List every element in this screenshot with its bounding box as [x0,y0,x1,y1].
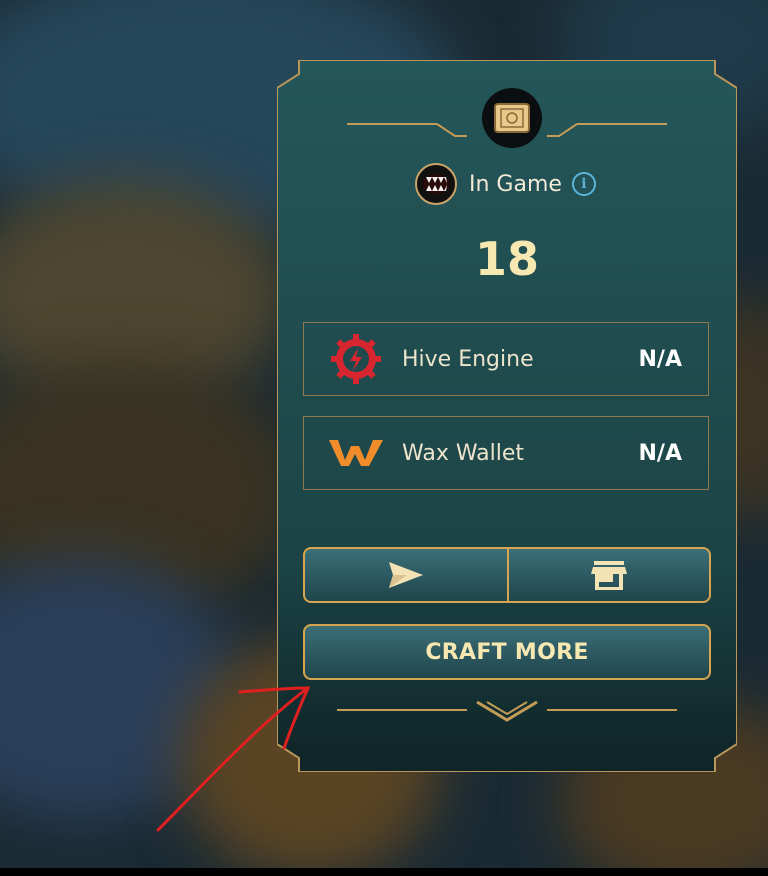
red-arrow-annotation [156,686,311,832]
status-row: In Game i [415,162,596,206]
monster-mouth-icon [415,163,457,205]
card-panel: In Game i 18 Hive Engine N/A Wax Wallet … [277,60,737,772]
wallet-name: Hive Engine [402,346,534,372]
bottom-bar [0,868,768,876]
item-count: 18 [474,232,539,286]
hive-engine-icon [328,331,384,387]
wallet-name: Wax Wallet [402,440,525,466]
wallet-row-wax: Wax Wallet N/A [303,416,709,490]
wallet-value: N/A [638,440,682,466]
craft-more-button[interactable]: CRAFT MORE [303,624,711,680]
craft-more-label: CRAFT MORE [425,639,589,665]
wax-icon [328,425,384,481]
wallet-row-hive-engine: Hive Engine N/A [303,322,709,396]
wallet-value: N/A [638,346,682,372]
status-label: In Game [469,171,562,197]
ticket-icon [482,88,542,148]
send-icon [389,562,423,588]
market-button[interactable] [508,547,711,603]
send-button[interactable] [303,547,508,603]
info-icon[interactable]: i [571,172,596,196]
store-icon [591,561,627,590]
